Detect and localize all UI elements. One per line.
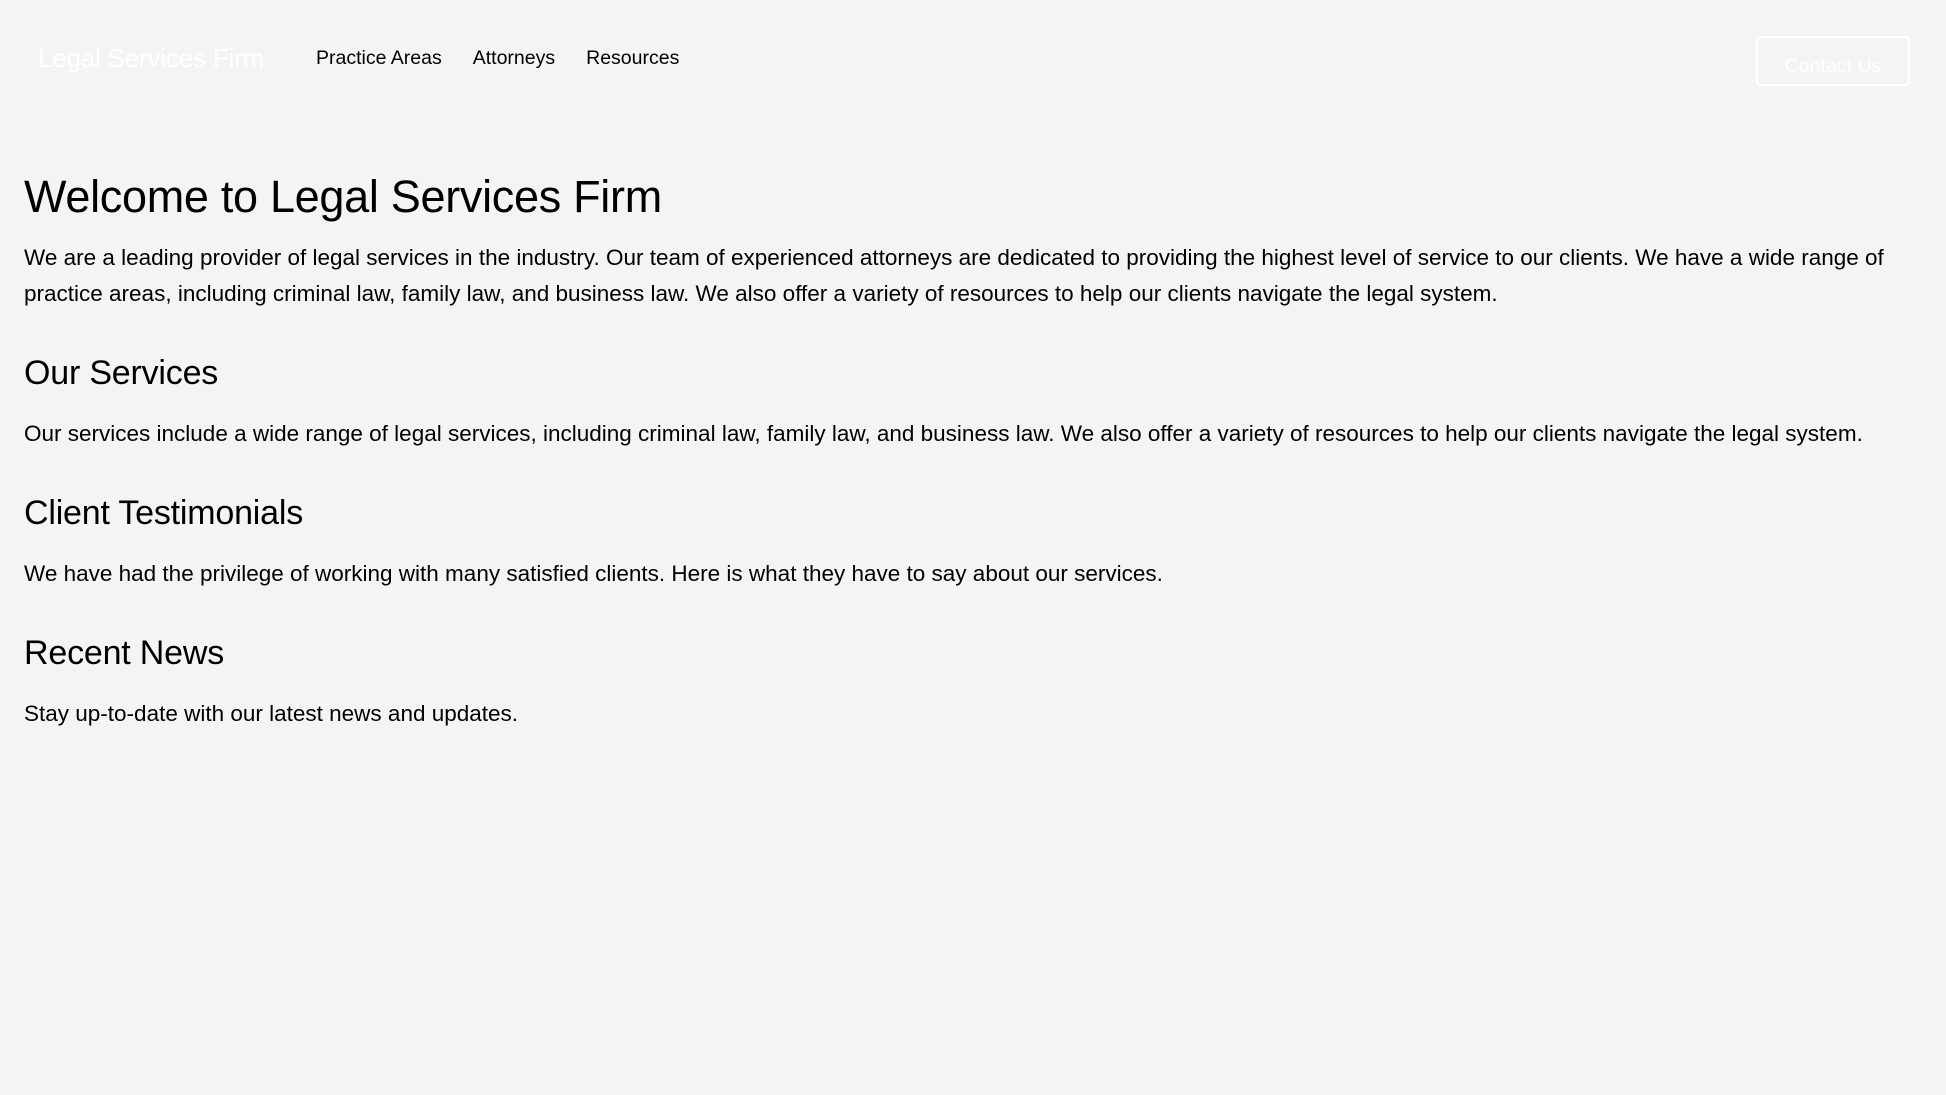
welcome-section: Welcome to Legal Services Firm We are a … — [24, 168, 1924, 312]
news-section: Recent News Stay up-to-date with our lat… — [24, 632, 1924, 732]
services-heading: Our Services — [24, 354, 219, 392]
testimonials-paragraph: We have had the privilege of working wit… — [24, 561, 1163, 586]
intro-paragraph: We are a leading provider of legal servi… — [24, 245, 1884, 306]
nav-links: Practice Areas Attorneys Resources — [316, 46, 679, 70]
testimonials-heading: Client Testimonials — [24, 494, 304, 532]
news-heading: Recent News — [24, 634, 224, 672]
nav-link-resources[interactable]: Resources — [586, 46, 679, 70]
testimonials-section: Client Testimonials We have had the priv… — [24, 492, 1924, 592]
services-section: Our Services Our services include a wide… — [24, 352, 1924, 452]
page-title: Welcome to Legal Services Firm — [24, 171, 662, 222]
main-content: Welcome to Legal Services Firm We are a … — [24, 168, 1924, 732]
top-navigation: Legal Services Firm Practice Areas Attor… — [0, 0, 1946, 118]
news-paragraph: Stay up-to-date with our latest news and… — [24, 701, 519, 726]
brand-logo-link[interactable]: Legal Services Firm — [38, 42, 264, 74]
services-paragraph: Our services include a wide range of leg… — [24, 421, 1863, 446]
nav-link-practice-areas[interactable]: Practice Areas — [316, 46, 442, 70]
nav-link-attorneys[interactable]: Attorneys — [473, 46, 555, 70]
contact-us-button[interactable]: Contact Us — [1756, 36, 1910, 86]
